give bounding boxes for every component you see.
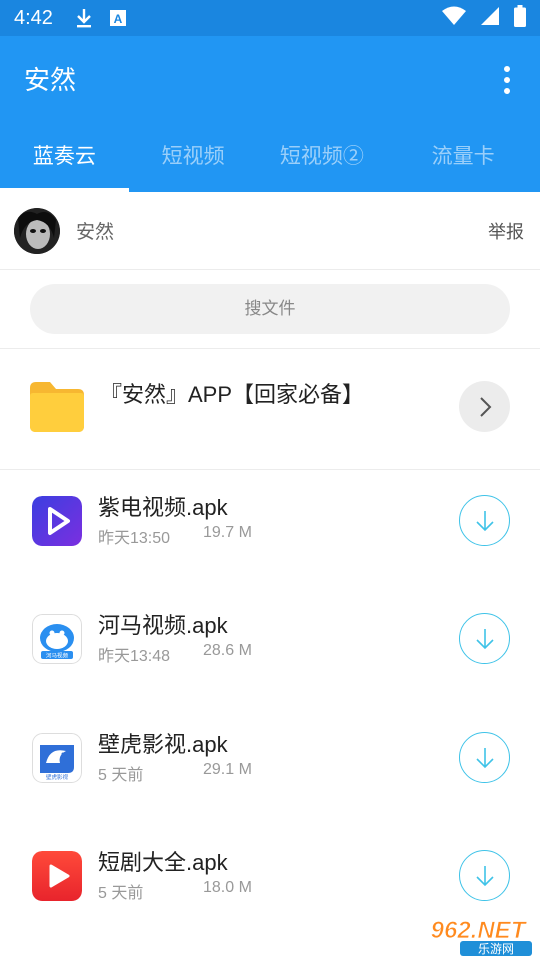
bihu-app-icon: 壁虎影视 xyxy=(32,733,82,783)
file-name: 紫电视频.apk xyxy=(98,495,228,520)
folder-row[interactable]: 『安然』APP【回家必备】 xyxy=(0,349,540,470)
file-size: 18.0 M xyxy=(203,879,252,896)
tab-lanzouyun[interactable]: 蓝奏云 xyxy=(0,122,129,192)
svg-text:乐游网: 乐游网 xyxy=(478,942,514,956)
download-button[interactable] xyxy=(459,613,510,664)
wifi-icon xyxy=(442,6,466,30)
app-bar: 安然 xyxy=(0,36,540,122)
file-size: 19.7 M xyxy=(203,524,252,541)
list-item[interactable]: 壁虎影视 壁虎影视.apk 5 天前 29.1 M xyxy=(0,707,540,825)
signal-icon xyxy=(480,6,500,30)
file-name: 河马视频.apk xyxy=(98,613,228,638)
file-size: 29.1 M xyxy=(203,761,252,778)
hema-app-icon: 河马视频 xyxy=(32,614,82,664)
download-arrow-icon xyxy=(475,865,494,886)
user-name: 安然 xyxy=(76,222,115,243)
file-size: 28.6 M xyxy=(203,642,252,659)
chevron-right-icon[interactable] xyxy=(459,381,510,432)
list-item[interactable]: 紫电视频.apk 昨天13:50 19.7 M xyxy=(0,470,540,588)
download-button[interactable] xyxy=(459,732,510,783)
file-name: 短剧大全.apk xyxy=(98,850,228,875)
tab-data-card[interactable]: 流量卡 xyxy=(386,122,540,192)
svg-text:河马视频: 河马视频 xyxy=(46,652,69,660)
watermark-logo: 962.NET 乐游网 xyxy=(400,908,540,960)
file-date: 昨天13:50 xyxy=(98,530,171,547)
folder-icon xyxy=(30,382,84,436)
list-item[interactable]: 河马视频 河马视频.apk 昨天13:48 28.6 M xyxy=(0,588,540,706)
status-bar: 4:42 A xyxy=(0,0,540,36)
svg-text:A: A xyxy=(114,12,123,26)
file-date: 昨天13:48 xyxy=(98,648,171,665)
tab-bar: 蓝奏云 短视频 短视频② 流量卡 xyxy=(0,122,540,192)
search-section: 搜文件 xyxy=(0,270,540,349)
status-time: 4:42 xyxy=(14,6,53,29)
file-date: 5 天前 xyxy=(98,885,144,902)
download-arrow-icon xyxy=(475,628,494,649)
download-button[interactable] xyxy=(459,850,510,901)
a-box-icon: A xyxy=(109,9,127,27)
report-button[interactable]: 举报 xyxy=(488,218,524,244)
duanju-app-icon xyxy=(32,851,82,901)
tab-short-video[interactable]: 短视频 xyxy=(129,122,258,192)
svg-text:962.NET: 962.NET xyxy=(431,917,528,944)
user-row: 安然 举报 xyxy=(0,192,540,270)
download-arrow-icon xyxy=(475,747,494,768)
folder-name: 『安然』APP【回家必备】 xyxy=(100,382,365,407)
search-input[interactable]: 搜文件 xyxy=(30,284,510,334)
download-button[interactable] xyxy=(459,495,510,546)
file-name: 壁虎影视.apk xyxy=(98,732,228,757)
download-arrow-icon xyxy=(475,510,494,531)
tab-short-video-2[interactable]: 短视频② xyxy=(258,122,387,192)
more-vertical-icon[interactable] xyxy=(502,66,512,94)
app-title: 安然 xyxy=(24,65,77,95)
zidian-app-icon xyxy=(32,496,82,546)
svg-text:壁虎影视: 壁虎影视 xyxy=(46,773,69,781)
download-icon xyxy=(75,7,93,29)
battery-icon xyxy=(514,5,526,31)
avatar[interactable] xyxy=(14,207,60,254)
file-date: 5 天前 xyxy=(98,767,144,784)
